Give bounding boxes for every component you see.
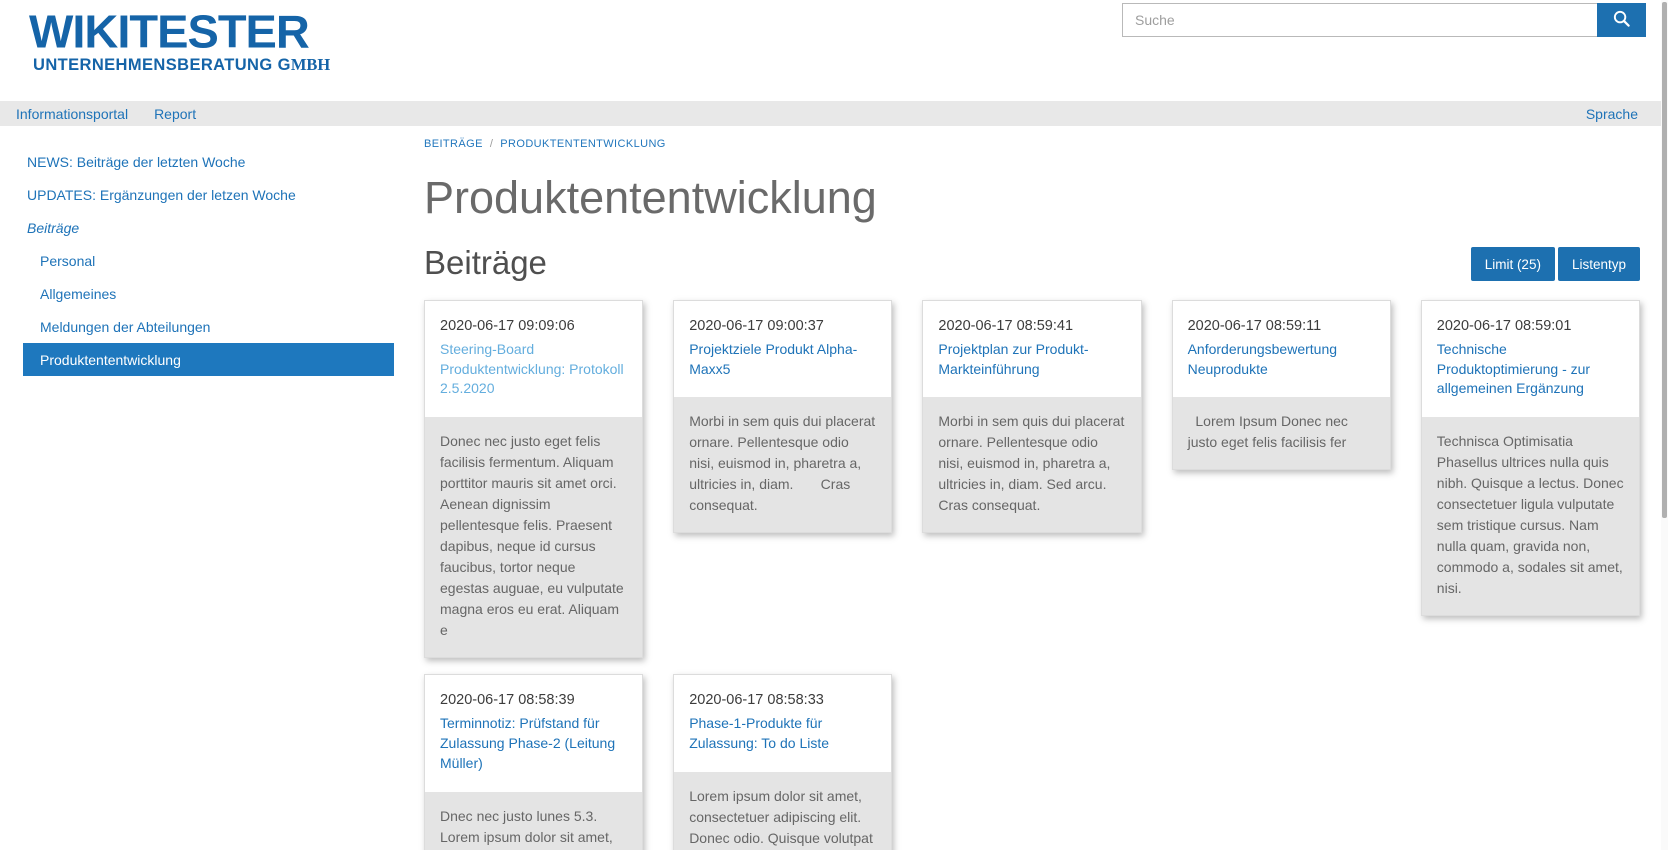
article-date: 2020-06-17 08:59:11 xyxy=(1188,316,1375,337)
article-title-link[interactable]: Anforderungsbewertung Neuprodukte xyxy=(1188,340,1375,380)
sidebar-item-allgemeines[interactable]: Allgemeines xyxy=(23,277,394,310)
article-title-link[interactable]: Phase-1-Produkte für Zulassung: To do Li… xyxy=(689,714,876,754)
limit-button[interactable]: Limit (25) xyxy=(1471,247,1555,281)
article-excerpt: Donec nec justo eget felis facilisis fer… xyxy=(425,417,642,657)
breadcrumb-separator: / xyxy=(490,138,493,150)
article-title-link[interactable]: Projektplan zur Produkt-Markteinführung xyxy=(938,340,1125,380)
sidebar-item-news[interactable]: NEWS: Beiträge der letzten Woche xyxy=(23,145,394,178)
breadcrumb-item-produktentwicklung[interactable]: PRODUKTENTENTWICKLUNG xyxy=(500,138,665,150)
list-toolbar: Limit (25) Listentyp xyxy=(1471,247,1640,281)
article-excerpt: Morbi in sem quis dui placerat ornare. P… xyxy=(923,397,1140,532)
sidebar-item-personal[interactable]: Personal xyxy=(23,244,394,277)
main-content: BEITRÄGE / PRODUKTENTENTWICKLUNG Produkten… xyxy=(424,128,1640,850)
sidebar-item-produktentwicklung-active[interactable]: Produktententwicklung xyxy=(23,343,394,376)
breadcrumb: BEITRÄGE / PRODUKTENTENTWICKLUNG xyxy=(424,138,1640,150)
article-date: 2020-06-17 08:59:01 xyxy=(1437,316,1624,337)
article-date: 2020-06-17 09:00:37 xyxy=(689,316,876,337)
article-excerpt: Lorem ipsum dolor sit amet, consectetuer… xyxy=(674,772,891,850)
header: WIKITESTER UNTERNEHMENSBERATUNG GMBH xyxy=(0,0,1668,101)
article-excerpt: Dnec nec justo lunes 5.3. Lorem ipsum do… xyxy=(425,792,642,850)
listtype-button[interactable]: Listentyp xyxy=(1558,247,1640,281)
top-navbar: Informationsportal Report Sprache xyxy=(0,101,1668,126)
company-logo[interactable]: WIKITESTER UNTERNEHMENSBERATUNG GMBH xyxy=(29,6,330,75)
search-box xyxy=(1122,3,1646,37)
article-card: 2020-06-17 09:00:37 Projektziele Produkt… xyxy=(673,300,892,534)
article-date: 2020-06-17 09:09:06 xyxy=(440,316,627,337)
article-title-link[interactable]: Steering-Board Produktentwicklung: Proto… xyxy=(440,340,627,400)
search-icon xyxy=(1612,9,1631,31)
article-title-link[interactable]: Terminnotiz: Prüfstand für Zulassung Pha… xyxy=(440,714,627,774)
article-card: 2020-06-17 08:59:01 Technische Produktop… xyxy=(1421,300,1640,617)
article-card: 2020-06-17 08:58:33 Phase-1-Produkte für… xyxy=(673,674,892,850)
sidebar-item-meldungen[interactable]: Meldungen der Abteilungen xyxy=(23,310,394,343)
article-excerpt: Morbi in sem quis dui placerat ornare. P… xyxy=(674,397,891,532)
article-title-link[interactable]: Technische Produktoptimierung - zur allg… xyxy=(1437,340,1624,400)
sidebar-navigation: NEWS: Beiträge der letzten Woche UPDATES… xyxy=(23,128,394,376)
article-card: 2020-06-17 08:59:41 Projektplan zur Prod… xyxy=(922,300,1141,534)
page-title: Produktententwicklung xyxy=(424,172,1640,224)
vertical-scrollbar[interactable] xyxy=(1661,0,1668,850)
breadcrumb-item-beitraege[interactable]: BEITRÄGE xyxy=(424,138,483,150)
article-card-grid: 2020-06-17 09:09:06 Steering-Board Produ… xyxy=(424,300,1640,850)
search-button[interactable] xyxy=(1597,3,1646,37)
sidebar-item-updates[interactable]: UPDATES: Ergänzungen der letzen Woche xyxy=(23,178,394,211)
article-date: 2020-06-17 08:58:33 xyxy=(689,690,876,711)
nav-item-informationsportal[interactable]: Informationsportal xyxy=(16,106,128,122)
nav-item-sprache[interactable]: Sprache xyxy=(1586,106,1638,122)
logo-wordmark: WIKITESTER xyxy=(29,7,330,58)
nav-item-report[interactable]: Report xyxy=(154,106,196,122)
article-title-link[interactable]: Projektziele Produkt Alpha-Maxx5 xyxy=(689,340,876,380)
logo-subtitle-main: UNTERNEHMENSBERATUNG G xyxy=(33,56,291,74)
scrollbar-thumb[interactable] xyxy=(1662,2,1667,518)
article-card: 2020-06-17 09:09:06 Steering-Board Produ… xyxy=(424,300,643,659)
logo-subtitle-suffix: MBH xyxy=(291,55,330,74)
article-card: 2020-06-17 08:59:11 Anforderungsbewertun… xyxy=(1172,300,1391,471)
sidebar-item-beitraege[interactable]: Beiträge xyxy=(23,211,394,244)
article-excerpt: Technisca Optimisatia Phasellus ultrices… xyxy=(1422,417,1639,615)
article-date: 2020-06-17 08:58:39 xyxy=(440,690,627,711)
search-input[interactable] xyxy=(1122,3,1597,37)
section-title: Beiträge xyxy=(424,244,1640,282)
article-date: 2020-06-17 08:59:41 xyxy=(938,316,1125,337)
logo-subtitle: UNTERNEHMENSBERATUNG GMBH xyxy=(33,55,330,75)
article-excerpt: Lorem Ipsum Donec nec justo eget felis f… xyxy=(1173,397,1390,469)
article-card: 2020-06-17 08:58:39 Terminnotiz: Prüfsta… xyxy=(424,674,643,850)
